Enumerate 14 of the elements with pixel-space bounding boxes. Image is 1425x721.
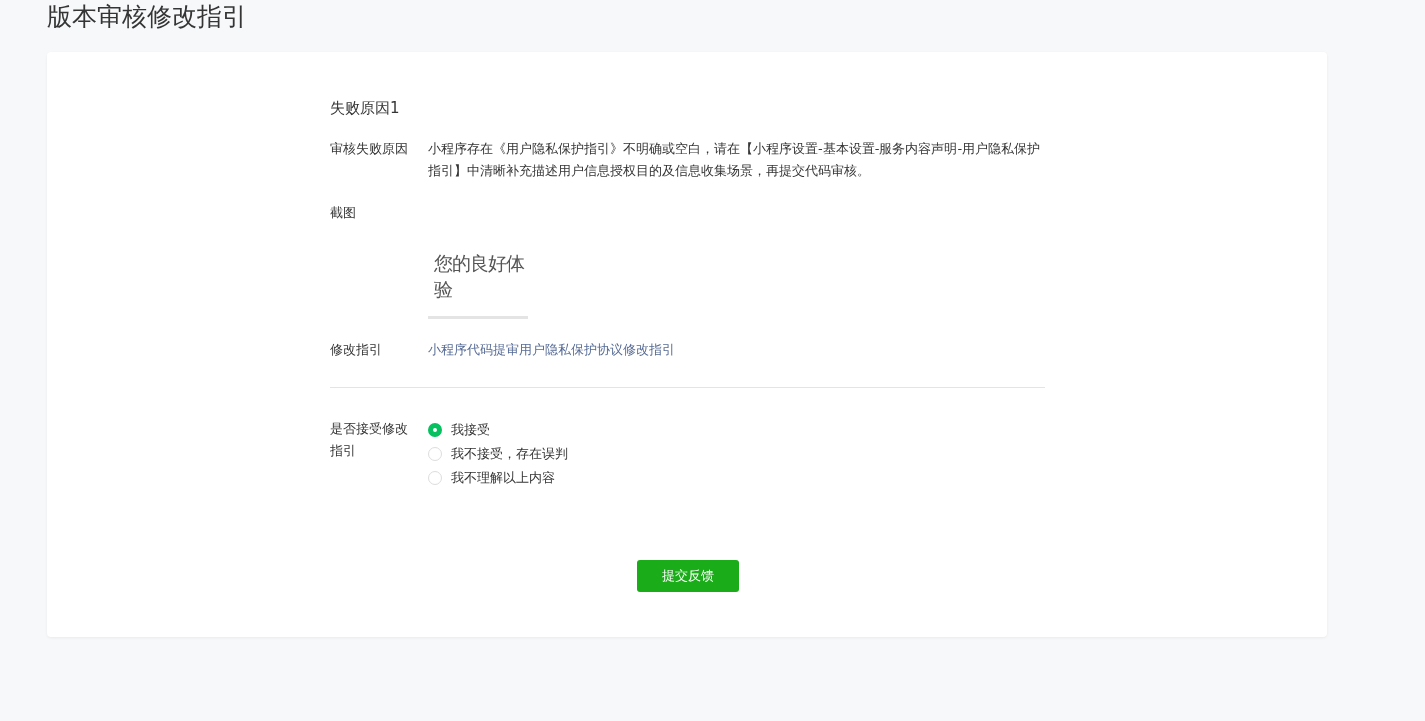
screenshot-text: 您的良好体验 [433, 251, 525, 302]
field-label: 修改指引 [330, 341, 383, 359]
field-label: 截图 [330, 204, 357, 222]
radio-option[interactable]: 我不接受，存在误判 [428, 442, 568, 466]
radio-option[interactable]: 我接受 [428, 418, 568, 442]
failure-reason-text: 小程序存在《用户隐私保护指引》不明确或空白，请在【小程序设置-基本设置-服务内容声明-用户隐私保护指引】中清晰补充描述用户信息授权目的及信息收集场景，再提交代码审核。 [428, 140, 1042, 180]
field-label: 是否接受修改指引 [330, 420, 409, 460]
field-label: 审核失败原因 [330, 140, 409, 158]
screenshot-thumbnail[interactable]: 您的良好体验 [428, 238, 528, 319]
guide-link[interactable]: 小程序代码提审用户隐私保护协议修改指引 [428, 339, 675, 361]
radio-option[interactable]: 我不理解以上内容 [428, 466, 568, 490]
radio-icon[interactable] [428, 423, 442, 437]
page-title: 版本审核修改指引 [47, 1, 248, 33]
section-title: 失败原因1 [330, 98, 401, 119]
